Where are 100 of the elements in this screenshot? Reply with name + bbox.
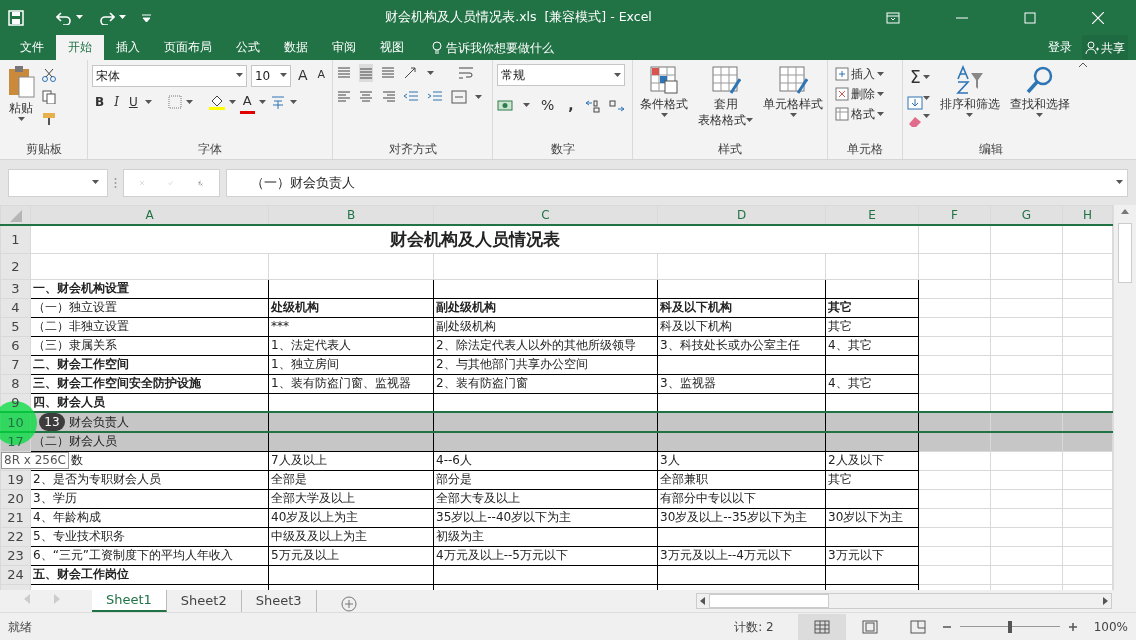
wrap-text-icon[interactable] xyxy=(458,66,474,80)
delete-cells-button[interactable]: 删除 xyxy=(832,84,898,104)
maximize-icon[interactable] xyxy=(1024,11,1036,24)
collapse-ribbon-icon[interactable] xyxy=(1078,60,1088,68)
page-break-icon[interactable] xyxy=(909,620,926,634)
caret-icon[interactable] xyxy=(185,99,193,105)
horizontal-scrollbar[interactable] xyxy=(696,593,1112,609)
format-cells-button[interactable]: 格式 xyxy=(832,104,898,124)
sheet-tab[interactable]: Sheet1 xyxy=(92,590,167,612)
caret-icon[interactable] xyxy=(923,95,930,101)
bold-button[interactable]: B xyxy=(92,92,108,113)
caret-icon[interactable] xyxy=(427,70,434,76)
find-select-button[interactable]: 查找和选择 xyxy=(1006,64,1073,141)
customize-icon[interactable] xyxy=(142,13,151,22)
ribbon-tab[interactable]: 视图 xyxy=(368,35,416,60)
shrink-font-button[interactable]: A xyxy=(314,66,328,85)
cell-styles-button[interactable]: 单元格样式 xyxy=(760,64,826,141)
column-header[interactable]: B xyxy=(268,205,434,225)
add-sheet-icon[interactable] xyxy=(340,595,357,612)
caret-icon[interactable] xyxy=(17,117,25,122)
fill-color-icon[interactable] xyxy=(208,94,225,111)
caret-icon[interactable] xyxy=(235,73,243,78)
caret-icon[interactable] xyxy=(144,99,152,105)
italic-button[interactable]: I xyxy=(111,92,122,113)
column-header[interactable]: C xyxy=(433,205,658,225)
increase-decimal-icon[interactable] xyxy=(584,98,601,113)
number-format-dropdown[interactable]: 常规 xyxy=(497,64,625,86)
ribbon-tab[interactable]: 数据 xyxy=(272,35,320,60)
caret-icon[interactable] xyxy=(92,180,99,185)
percent-button[interactable]: % xyxy=(538,94,558,117)
merge-cells-icon[interactable] xyxy=(451,90,467,104)
decrease-decimal-icon[interactable] xyxy=(608,98,625,113)
autosum-button[interactable]: Σ xyxy=(907,64,933,92)
caret-icon[interactable] xyxy=(877,111,884,117)
column-header[interactable]: D xyxy=(657,205,826,225)
zoom-slider-thumb[interactable] xyxy=(1007,620,1012,633)
format-painter-icon[interactable] xyxy=(42,112,56,126)
caret-icon[interactable] xyxy=(923,113,930,119)
ribbon-tab[interactable]: 审阅 xyxy=(320,35,368,60)
column-header[interactable]: E xyxy=(825,205,919,225)
caret-icon[interactable] xyxy=(258,99,266,105)
sort-filter-button[interactable]: 排序和筛选 xyxy=(936,64,1003,141)
row-header[interactable]: 1 xyxy=(11,231,20,247)
caret-icon[interactable] xyxy=(614,72,621,78)
font-name-dropdown[interactable]: 宋体 xyxy=(92,64,247,87)
caret-icon[interactable] xyxy=(1036,113,1044,118)
caret-icon[interactable] xyxy=(877,91,884,97)
caret-icon[interactable] xyxy=(119,15,126,20)
row-header[interactable]: 2 xyxy=(11,258,20,274)
scrollbar-thumb[interactable] xyxy=(709,594,829,608)
formula-input[interactable]: （一）财会负责人 xyxy=(226,168,1128,197)
ribbon-tab[interactable]: 公式 xyxy=(224,35,272,60)
format-as-table-button[interactable]: 套用 表格格式 xyxy=(695,64,756,141)
grow-font-button[interactable]: A xyxy=(294,64,311,87)
redo-icon[interactable] xyxy=(99,10,115,25)
drag-handle-icon[interactable] xyxy=(114,176,117,189)
caret-icon[interactable] xyxy=(660,113,668,118)
caret-icon[interactable] xyxy=(877,71,884,77)
cut-icon[interactable] xyxy=(42,68,56,82)
caret-icon[interactable] xyxy=(76,15,83,20)
ribbon-tab[interactable]: 插入 xyxy=(104,35,152,60)
column-header[interactable]: F xyxy=(918,205,991,225)
caret-icon[interactable] xyxy=(279,73,287,78)
undo-icon[interactable] xyxy=(56,10,72,25)
underline-button[interactable]: U xyxy=(125,92,141,113)
sign-in-link[interactable]: 登录 xyxy=(1038,35,1082,60)
ribbon-tab[interactable]: 页面布局 xyxy=(152,35,224,60)
save-icon[interactable] xyxy=(8,9,24,26)
column-header[interactable]: G xyxy=(990,205,1063,225)
caret-icon[interactable] xyxy=(228,99,236,105)
font-size-dropdown[interactable]: 10 xyxy=(250,64,291,87)
page-layout-icon[interactable] xyxy=(861,620,878,634)
caret-icon[interactable] xyxy=(289,99,297,105)
close-icon[interactable] xyxy=(1092,11,1104,24)
vertical-scrollbar[interactable] xyxy=(1113,205,1136,590)
tell-me-text[interactable]: 告诉我你想要做什么 xyxy=(446,38,554,57)
caret-icon[interactable] xyxy=(922,75,930,81)
comma-style-button[interactable]: , xyxy=(565,94,577,117)
currency-icon[interactable] xyxy=(497,98,515,113)
ribbon-tab[interactable]: 文件 xyxy=(8,35,56,60)
fill-down-icon[interactable] xyxy=(907,95,923,110)
paste-button[interactable]: 粘贴 xyxy=(4,64,38,141)
caret-icon[interactable] xyxy=(1116,180,1123,185)
share-button[interactable]: 共享 xyxy=(1082,35,1128,60)
caret-icon[interactable] xyxy=(475,94,482,100)
zoom-in-icon[interactable] xyxy=(1067,621,1078,632)
ribbon-tab[interactable]: 开始 xyxy=(56,35,104,60)
zoom-level[interactable]: 100% xyxy=(1093,617,1128,636)
orientation-icon[interactable] xyxy=(403,66,419,80)
ribbon-display-icon[interactable] xyxy=(886,11,900,24)
scroll-up-icon[interactable] xyxy=(1120,207,1130,215)
caret-icon[interactable] xyxy=(966,113,974,118)
scrollbar-thumb[interactable] xyxy=(1118,223,1132,283)
font-color-button[interactable]: A xyxy=(239,91,255,114)
caret-icon[interactable] xyxy=(789,113,797,118)
conditional-formatting-button[interactable]: 条件格式 xyxy=(637,64,691,141)
caret-icon[interactable] xyxy=(523,103,530,108)
caret-icon[interactable] xyxy=(746,118,753,123)
insert-cells-button[interactable]: 插入 xyxy=(832,64,898,84)
column-header[interactable]: H xyxy=(1062,205,1113,225)
